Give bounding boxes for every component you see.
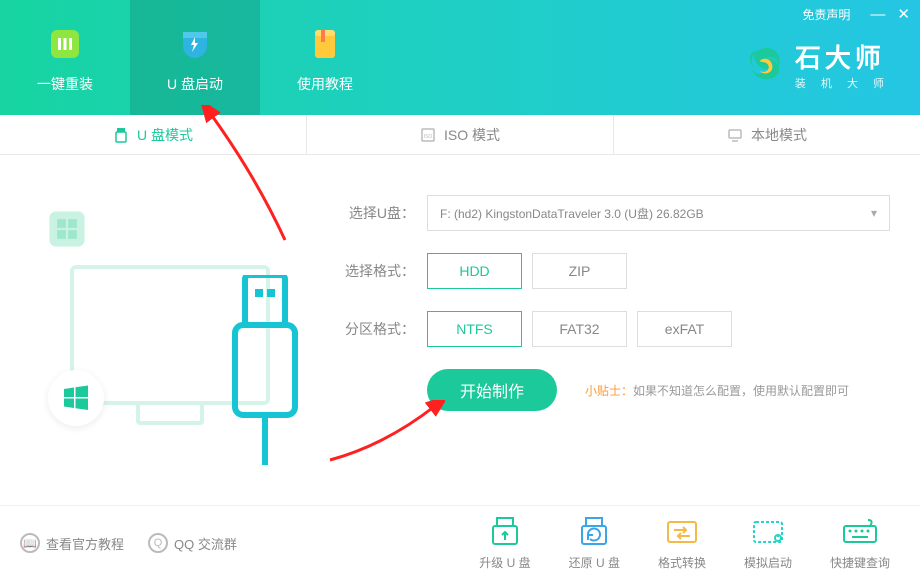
format-convert-icon — [661, 516, 703, 548]
chevron-down-icon: ▾ — [871, 206, 877, 220]
tool-simulate-boot[interactable]: 模拟启动 — [744, 516, 792, 571]
bottom-bar: 📖 查看官方教程 Q QQ 交流群 升级 U 盘 还原 U 盘 格式转换 模拟启… — [0, 505, 920, 580]
help-link-qq[interactable]: Q QQ 交流群 — [148, 533, 237, 553]
book-icon — [303, 22, 347, 66]
mode-tab-iso[interactable]: ISO ISO 模式 — [307, 115, 614, 154]
partition-label: 分区格式： — [340, 319, 415, 339]
format-option-zip[interactable]: ZIP — [532, 253, 627, 289]
tool-upgrade-usb[interactable]: 升级 U 盘 — [479, 516, 530, 571]
mode-tab-local[interactable]: 本地模式 — [614, 115, 920, 154]
disk-label: 选择U盘： — [340, 203, 415, 223]
app-logo: 石大师 装 机 大 师 — [743, 38, 890, 91]
book-circle-icon: 📖 — [20, 533, 40, 553]
nav-label: 一键重装 — [37, 74, 93, 94]
logo-icon — [743, 44, 785, 86]
help-link-tutorial[interactable]: 📖 查看官方教程 — [20, 533, 124, 553]
nav-tab-tutorial[interactable]: 使用教程 — [260, 0, 390, 115]
shield-bolt-icon — [173, 22, 217, 66]
restore-usb-icon — [573, 516, 615, 548]
tip-text: 小贴士：如果不知道怎么配置，使用默认配置即可 — [585, 382, 849, 399]
nav-label: 使用教程 — [297, 74, 353, 94]
bars-icon — [43, 22, 87, 66]
partition-option-fat32[interactable]: FAT32 — [532, 311, 627, 347]
usb-icon — [113, 127, 129, 143]
format-option-hdd[interactable]: HDD — [427, 253, 522, 289]
app-header: 免责声明 — ✕ 一键重装 U 盘启动 使用教程 石大师 装 机 大 师 — [0, 0, 920, 115]
disclaimer-link[interactable]: 免责声明 — [802, 6, 850, 23]
format-label: 选择格式： — [340, 261, 415, 281]
tool-format-convert[interactable]: 格式转换 — [658, 516, 706, 571]
nav-label: U 盘启动 — [167, 74, 223, 94]
svg-text:ISO: ISO — [424, 134, 433, 140]
partition-option-ntfs[interactable]: NTFS — [427, 311, 522, 347]
start-button[interactable]: 开始制作 — [427, 369, 557, 411]
iso-icon: ISO — [420, 127, 436, 143]
usb-plug-icon — [225, 275, 305, 465]
logo-subtitle: 装 机 大 师 — [795, 75, 890, 91]
tool-hotkey-lookup[interactable]: 快捷键查询 — [830, 516, 890, 571]
tool-restore-usb[interactable]: 还原 U 盘 — [569, 516, 620, 571]
minimize-button[interactable]: — — [870, 7, 885, 22]
illustration — [30, 195, 310, 455]
close-button[interactable]: ✕ — [897, 7, 910, 22]
nav-tab-usb-boot[interactable]: U 盘启动 — [130, 0, 260, 115]
mode-tab-usb[interactable]: U 盘模式 — [0, 115, 307, 154]
simulate-boot-icon — [747, 516, 789, 548]
upgrade-usb-icon — [484, 516, 526, 548]
partition-option-exfat[interactable]: exFAT — [637, 311, 732, 347]
windows-tile-icon — [45, 207, 89, 251]
disk-select[interactable]: F: (hd2) KingstonDataTraveler 3.0 (U盘) 2… — [427, 195, 890, 231]
monitor-icon — [727, 127, 743, 143]
logo-title: 石大师 — [795, 38, 890, 75]
nav-tab-reinstall[interactable]: 一键重装 — [0, 0, 130, 115]
windows-badge-icon — [48, 370, 104, 426]
qq-icon: Q — [148, 533, 168, 553]
mode-tabs: U 盘模式 ISO ISO 模式 本地模式 — [0, 115, 920, 155]
keyboard-icon — [839, 516, 881, 548]
